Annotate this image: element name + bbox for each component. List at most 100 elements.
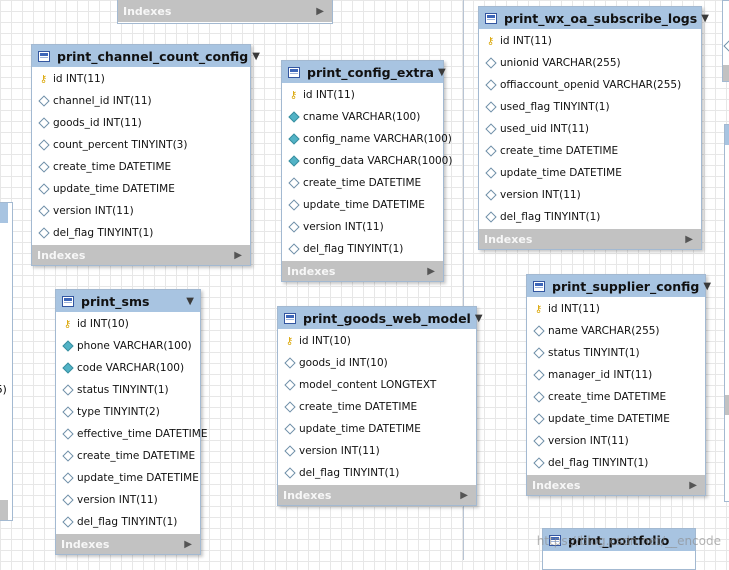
expand-arrow-icon[interactable]: ▶ (184, 539, 192, 550)
table-header[interactable]: print_wx_oa_subscribe_logs ▼ (479, 7, 709, 29)
table-header[interactable]: print_channel_count_config ▼ (32, 45, 260, 67)
collapse-arrow-icon[interactable]: ▼ (438, 67, 446, 78)
collapse-arrow-icon[interactable]: ▼ (186, 296, 194, 307)
column-row[interactable]: type TINYINT(2) (56, 401, 200, 423)
column-row[interactable]: create_time DATETIME (282, 172, 443, 194)
table-print-wx-oa-subscribe-logs[interactable]: print_wx_oa_subscribe_logs ▼ ⚷ id INT(11)… (478, 6, 709, 250)
column-row[interactable]: code VARCHAR(100) (56, 357, 200, 379)
collapse-arrow-icon[interactable]: ▼ (701, 13, 709, 24)
column-row[interactable]: ⚷ id INT(11) (32, 68, 250, 90)
expand-arrow-icon[interactable]: ▶ (316, 6, 324, 17)
column-row[interactable]: name VARCHAR(255) (527, 320, 705, 342)
column-fragment-text: 5) (0, 384, 7, 396)
column-row[interactable]: update_time DATETIME (282, 194, 443, 216)
column-icon (484, 123, 497, 135)
column-row[interactable]: create_time DATETIME (278, 396, 476, 418)
indexes-bar[interactable]: Indexes ▶ (56, 534, 200, 554)
table-fragment-right-top[interactable] (722, 0, 729, 82)
table-print-supplier-config[interactable]: print_supplier_config ▼ ⚷ id INT(11) name … (526, 274, 711, 496)
indexes-bar[interactable]: Indexes ▶ (282, 261, 443, 281)
column-row[interactable]: create_time DATETIME (527, 386, 705, 408)
column-row[interactable]: count_percent TINYINT(3) (32, 134, 250, 156)
column-row[interactable]: ⚷ id INT(11) (527, 298, 705, 320)
column-row[interactable]: del_flag TINYINT(1) (282, 238, 443, 260)
column-row[interactable]: used_flag TINYINT(1) (479, 96, 701, 118)
column-row[interactable]: version INT(11) (278, 440, 476, 462)
indexes-bar[interactable]: Indexes ▶ (278, 485, 476, 505)
column-icon (532, 325, 545, 337)
column-row[interactable]: status TINYINT(1) (56, 379, 200, 401)
column-row[interactable]: cname VARCHAR(100) (282, 106, 443, 128)
table-name: print_channel_count_config (57, 48, 249, 64)
column-row[interactable]: offiaccount_openid VARCHAR(255) (479, 74, 701, 96)
column-icon (532, 347, 545, 359)
column-icon (37, 183, 50, 195)
indexes-bar[interactable]: Indexes ▶ (32, 245, 250, 265)
column-icon (61, 406, 74, 418)
collapse-arrow-icon[interactable]: ▼ (252, 51, 260, 62)
column-row[interactable]: unionid VARCHAR(255) (479, 52, 701, 74)
column-row[interactable]: ⚷ id INT(10) (278, 330, 476, 352)
table-header[interactable]: print_goods_web_model ▼ (278, 307, 483, 329)
column-row[interactable]: version INT(11) (32, 200, 250, 222)
expand-arrow-icon[interactable]: ▶ (689, 480, 697, 491)
table-print-goods-web-model[interactable]: print_goods_web_model ▼ ⚷ id INT(10) goods… (277, 306, 483, 506)
expand-arrow-icon[interactable]: ▶ (460, 490, 468, 501)
column-row[interactable]: config_name VARCHAR(100) (282, 128, 452, 150)
column-row[interactable]: effective_time DATETIME (56, 423, 207, 445)
column-row[interactable]: del_flag TINYINT(1) (479, 206, 701, 228)
column-row[interactable]: config_data VARCHAR(1000) (282, 150, 452, 172)
column-row[interactable]: version INT(11) (282, 216, 443, 238)
column-row[interactable]: version INT(11) (527, 430, 705, 452)
column-row[interactable]: ⚷ id INT(11) (282, 84, 443, 106)
column-row[interactable]: ⚷ id INT(11) (479, 30, 701, 52)
column-row[interactable]: update_time DATETIME (479, 162, 701, 184)
column-icon (532, 369, 545, 381)
column-row[interactable]: create_time DATETIME (56, 445, 200, 467)
column-row[interactable]: goods_id INT(11) (32, 112, 250, 134)
column-row[interactable]: del_flag TINYINT(1) (32, 222, 250, 244)
column-row[interactable]: create_time DATETIME (32, 156, 250, 178)
column-row[interactable]: create_time DATETIME (479, 140, 701, 162)
column-icon (532, 435, 545, 447)
table-header[interactable]: print_config_extra ▼ (282, 61, 446, 83)
collapse-arrow-icon[interactable]: ▼ (703, 281, 711, 292)
indexes-bar[interactable]: Indexes ▶ (479, 229, 701, 249)
expand-arrow-icon[interactable]: ▶ (685, 234, 693, 245)
expand-arrow-icon[interactable]: ▶ (234, 250, 242, 261)
table-fragment-left[interactable]: 5) (0, 202, 13, 521)
column-row[interactable]: model_content LONGTEXT (278, 374, 476, 396)
column-row[interactable]: used_uid INT(11) (479, 118, 701, 140)
indexes-bar[interactable]: Indexes ▶ (527, 475, 705, 495)
column-row[interactable]: channel_id INT(11) (32, 90, 250, 112)
column-row[interactable]: del_flag TINYINT(1) (278, 462, 476, 484)
column-row[interactable]: ⚷ id INT(10) (56, 313, 200, 335)
column-text: create_time DATETIME (53, 161, 172, 173)
indexed-column-icon (61, 340, 74, 352)
collapse-arrow-icon[interactable]: ▼ (475, 313, 483, 324)
column-row[interactable]: update_time DATETIME (278, 418, 476, 440)
column-row[interactable]: goods_id INT(10) (278, 352, 476, 374)
column-row[interactable]: version INT(11) (479, 184, 701, 206)
table-print-sms[interactable]: print_sms ▼ ⚷ id INT(10) phone VARCHAR(100… (55, 289, 207, 555)
column-row[interactable]: del_flag TINYINT(1) (527, 452, 705, 474)
column-icon (37, 205, 50, 217)
column-row[interactable]: update_time DATETIME (527, 408, 705, 430)
column-row[interactable]: del_flag TINYINT(1) (56, 511, 200, 533)
table-print-channel-count-config[interactable]: print_channel_count_config ▼ ⚷ id INT(11)… (31, 44, 260, 266)
column-row[interactable]: update_time DATETIME (56, 467, 200, 489)
column-row[interactable]: manager_id INT(11) (527, 364, 705, 386)
column-row[interactable]: phone VARCHAR(100) (56, 335, 200, 357)
indexes-bar[interactable]: Indexes ▶ (118, 0, 332, 22)
column-row[interactable]: update_time DATETIME (32, 178, 250, 200)
expand-arrow-icon[interactable]: ▶ (427, 266, 435, 277)
column-row[interactable]: version INT(11) (56, 489, 200, 511)
table-header[interactable]: print_supplier_config ▼ (527, 275, 711, 297)
primary-key-icon: ⚷ (63, 318, 72, 330)
column-text: create_time DATETIME (77, 450, 196, 462)
table-print-config-extra[interactable]: print_config_extra ▼ ⚷ id INT(11) cname VA… (281, 60, 452, 282)
column-row[interactable]: status TINYINT(1) (527, 342, 705, 364)
table-header[interactable]: print_sms ▼ (56, 290, 200, 312)
table-fragment-top[interactable]: Indexes ▶ (117, 0, 333, 24)
table-fragment-right[interactable] (724, 124, 729, 502)
